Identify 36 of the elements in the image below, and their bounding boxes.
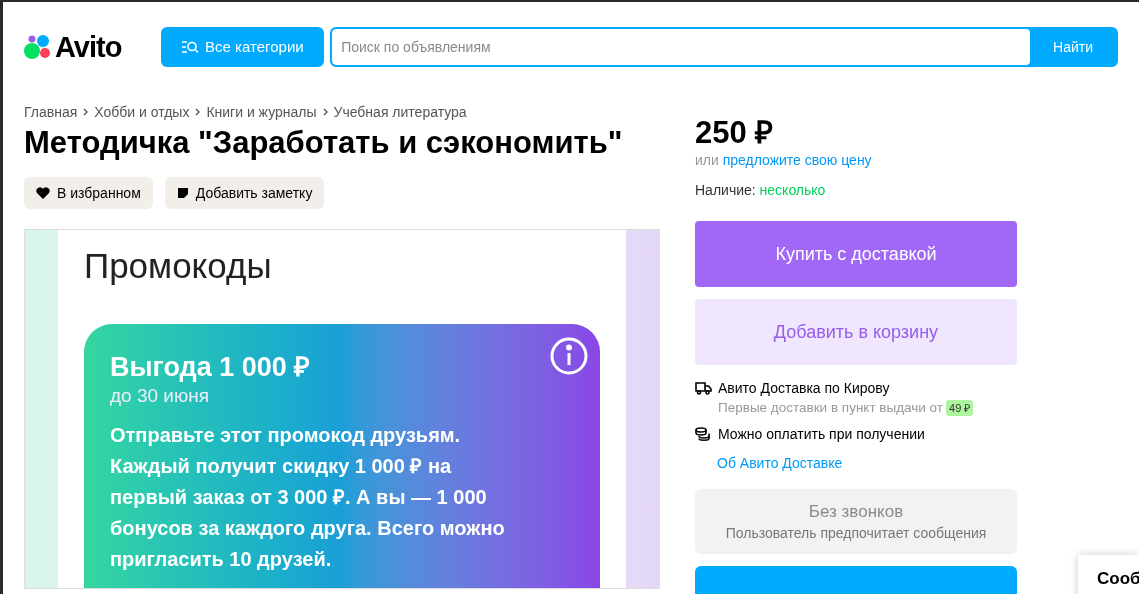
no-calls-subtitle: Пользователь предпочитает сообщения [725, 523, 987, 543]
chevron-icon [83, 108, 89, 116]
note-icon [176, 187, 189, 199]
promo-date: до 30 июня [110, 384, 210, 408]
chevron-icon [322, 108, 328, 116]
avito-logo[interactable]: Avito [24, 32, 158, 62]
logo-dots-icon [24, 34, 52, 60]
breadcrumb-link[interactable]: Учебная литература [333, 101, 467, 123]
listing-title: Методичка "Заработать и сэкономить" [24, 124, 624, 162]
price: 250 ₽ [695, 115, 775, 151]
breadcrumb-link[interactable]: Книги и журналы [206, 101, 317, 123]
promo-description: Отправьте этот промокод друзьям. Каждый получит скидку 1 000 ₽ на первый заказ от 3 000 ₽. А вы — 1 000 бонусов за каждого друга. Всего можно пригласить 10 друзей. [110, 423, 506, 572]
coins-icon [695, 427, 710, 441]
no-calls-title: Без звонков [808, 500, 904, 523]
delivery-title: Можно оплатить при получении [718, 425, 925, 444]
heart-icon [36, 187, 50, 199]
price-tag: 49 ₽ [946, 400, 974, 416]
note-button[interactable]: Добавить заметку [164, 177, 325, 209]
favorite-button[interactable]: В избранном [24, 177, 153, 209]
price-prefix: или [695, 152, 719, 168]
promo-title: Выгода 1 000 ₽ [110, 351, 312, 384]
availability-value: несколько [759, 182, 826, 198]
chat-tab-label: Сооб [1097, 569, 1139, 588]
chat-tab[interactable]: Сооб [1078, 555, 1139, 594]
info-icon[interactable] [550, 337, 588, 375]
breadcrumb-link[interactable]: Хобби и отдых [94, 101, 190, 123]
buy-with-delivery-button[interactable]: Купить с доставкой [695, 221, 1017, 287]
logo-text: Avito [55, 32, 122, 62]
menu-search-icon [181, 40, 200, 54]
delivery-title: Авито Доставка по Кирову [718, 379, 891, 398]
availability-label: Наличие: [695, 182, 756, 198]
breadcrumb-link[interactable]: Главная [24, 101, 78, 123]
truck-icon [695, 381, 712, 395]
chevron-icon [195, 108, 201, 116]
delivery-subtitle: Первые доставки в пункт выдачи от [718, 399, 943, 417]
screen-title: Промокоды [84, 246, 273, 286]
